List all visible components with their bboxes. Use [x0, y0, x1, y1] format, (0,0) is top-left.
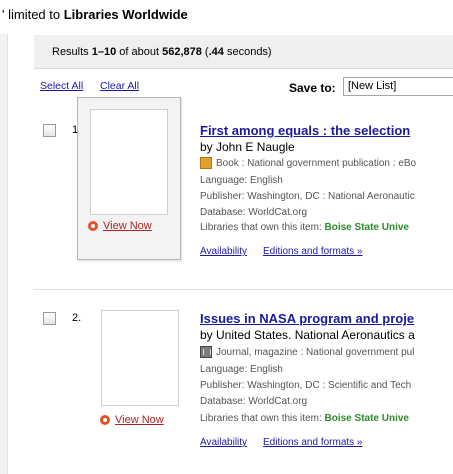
clear-all-link[interactable]: Clear All	[100, 80, 139, 92]
select-all-link[interactable]: Select All	[40, 80, 83, 92]
results-time: .44	[208, 46, 224, 58]
view-now-icon	[100, 415, 110, 425]
scope-prefix: ' limited to	[2, 7, 64, 22]
result-1-view-now[interactable]: View Now	[88, 220, 152, 232]
result-2-title-link[interactable]: Issues in NASA program and proje	[200, 311, 414, 326]
save-to-select[interactable]: [New List]	[343, 77, 453, 96]
result-2-view-now[interactable]: View Now	[100, 414, 164, 426]
result-1-cover-thumbnail[interactable]	[90, 109, 168, 215]
journal-icon	[200, 346, 212, 358]
result-2-checkbox[interactable]	[43, 312, 56, 325]
result-2-library-name[interactable]: Boise State Unive	[325, 413, 409, 424]
result-1-cover-popup: View Now	[77, 97, 181, 260]
results-total: 562,878	[162, 46, 202, 58]
result-1-availability-link[interactable]: Availability	[200, 246, 247, 257]
save-to-label: Save to:	[289, 81, 336, 95]
result-2-language: Language: English	[200, 364, 283, 375]
search-scope: ' limited to Libraries Worldwide	[2, 7, 188, 22]
result-1-publisher: Publisher: Washington, DC : National Aer…	[200, 191, 415, 202]
result-2-publisher: Publisher: Washington, DC : Scientific a…	[200, 380, 412, 391]
result-2-libraries: Libraries that own this item: Boise Stat…	[200, 413, 409, 424]
view-now-icon	[88, 221, 98, 231]
results-summary-bar: Results 1–10 of about 562,878 (.44 secon…	[34, 35, 453, 69]
result-1-author: by John E Naugle	[200, 140, 295, 154]
result-1-title-link[interactable]: First among equals : the selection	[200, 123, 410, 138]
results-summary: Results 1–10 of about 562,878 (.44 secon…	[52, 46, 272, 58]
result-1-database: Database: WorldCat.org	[200, 207, 308, 218]
result-1-libraries: Libraries that own this item: Boise Stat…	[200, 222, 409, 233]
result-2-editions-link[interactable]: Editions and formats »	[263, 437, 363, 448]
result-2-author: by United States. National Aeronautics a	[200, 328, 415, 342]
result-2-number: 2.	[72, 312, 82, 324]
left-panel-edge	[0, 34, 8, 474]
result-2-format: Journal, magazine : National government …	[200, 346, 414, 358]
scope-name: Libraries Worldwide	[63, 7, 188, 22]
result-2-cover-thumbnail[interactable]	[101, 310, 179, 406]
result-2-availability-link[interactable]: Availability	[200, 437, 247, 448]
result-1-checkbox[interactable]	[43, 124, 56, 137]
result-1-language: Language: English	[200, 175, 283, 186]
results-range: 1–10	[91, 46, 117, 58]
result-2-database: Database: WorldCat.org	[200, 396, 308, 407]
result-1-editions-link[interactable]: Editions and formats »	[263, 246, 363, 257]
result-1-library-name[interactable]: Boise State Unive	[325, 222, 409, 233]
result-1-format: Book : National government publication :…	[200, 157, 416, 169]
book-icon	[200, 157, 212, 169]
result-divider	[34, 289, 453, 290]
